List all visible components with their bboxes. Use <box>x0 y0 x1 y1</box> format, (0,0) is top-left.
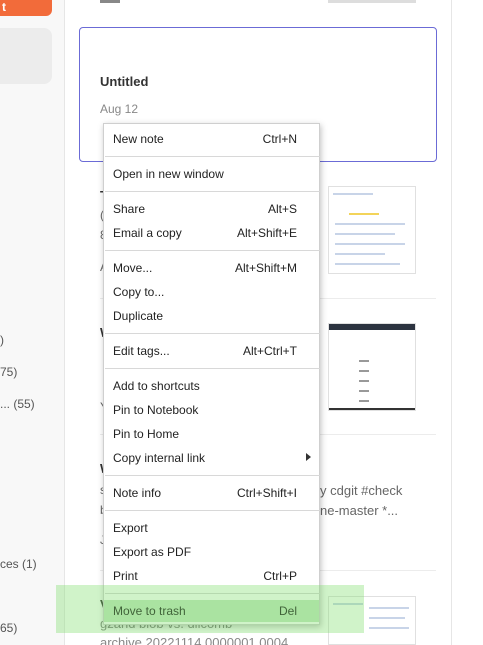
menu-item-label: Edit tags... <box>113 344 170 358</box>
menu-item-label: Copy internal link <box>113 451 206 465</box>
menu-item-label: Print <box>113 569 138 583</box>
menu-item-shortcut: Alt+Shift+E <box>236 226 297 240</box>
menu-item-add-to-shortcuts[interactable]: Add to shortcuts <box>104 375 319 397</box>
note-thumbnail <box>328 323 416 411</box>
context-menu: New note Ctrl+N Open in new window Share… <box>103 123 320 625</box>
menu-item-shortcut: Alt+S <box>267 202 297 216</box>
note-title: Untitled <box>100 74 149 89</box>
menu-item-shortcut: Ctrl+N <box>262 132 297 146</box>
sidebar-item-1[interactable]: ) <box>0 333 4 347</box>
menu-item-share[interactable]: Share Alt+S <box>104 198 319 220</box>
submenu-arrow-icon <box>306 453 311 461</box>
note-thumbnail <box>328 186 416 274</box>
note-snippet: y cdgit #check <box>320 483 403 498</box>
menu-item-export-as-pdf[interactable]: Export as PDF <box>104 541 319 563</box>
menu-item-label: Duplicate <box>113 309 164 323</box>
menu-item-label: Move... <box>113 261 153 275</box>
menu-item-label: Pin to Home <box>113 427 180 441</box>
menu-item-shortcut: Alt+Shift+M <box>234 261 297 275</box>
menu-item-label: Note info <box>113 486 162 500</box>
sidebar-item-2[interactable]: 75) <box>0 365 17 379</box>
menu-item-label: Open in new window <box>113 167 224 181</box>
menu-item-label: Share <box>113 202 146 216</box>
menu-item-note-info[interactable]: Note info Ctrl+Shift+I <box>104 482 319 504</box>
menu-item-label: Email a copy <box>113 226 182 240</box>
menu-item-shortcut: Ctrl+Shift+I <box>236 486 297 500</box>
menu-item-duplicate[interactable]: Duplicate <box>104 305 319 327</box>
menu-separator <box>105 593 320 594</box>
menu-item-edit-tags[interactable]: Edit tags... Alt+Ctrl+T <box>104 340 319 362</box>
menu-item-shortcut: Ctrl+P <box>263 569 297 583</box>
menu-separator <box>105 368 320 369</box>
menu-separator <box>105 510 320 511</box>
menu-separator <box>105 475 320 476</box>
menu-item-copy-internal-link[interactable]: Copy internal link <box>104 447 319 469</box>
menu-item-move[interactable]: Move... Alt+Shift+M <box>104 257 319 279</box>
note-snippet: archive 20221114 0000001 0004 <box>100 635 289 645</box>
menu-separator <box>105 250 320 251</box>
menu-item-move-to-trash[interactable]: Move to trash Del <box>104 600 319 622</box>
menu-item-copy-to[interactable]: Copy to... <box>104 281 319 303</box>
new-note-button[interactable]: t <box>0 0 52 16</box>
menu-separator <box>105 191 320 192</box>
menu-item-email-a-copy[interactable]: Email a copy Alt+Shift+E <box>104 222 319 244</box>
menu-item-shortcut: Del <box>278 604 297 618</box>
menu-item-pin-to-home[interactable]: Pin to Home <box>104 423 319 445</box>
editor-edge <box>452 0 483 645</box>
menu-separator <box>105 156 320 157</box>
sidebar-item-5[interactable]: 65) <box>0 621 17 635</box>
menu-item-print[interactable]: Print Ctrl+P <box>104 565 319 587</box>
menu-item-label: New note <box>113 132 164 146</box>
note-date-fragment <box>100 0 120 3</box>
menu-item-open-in-new-window[interactable]: Open in new window <box>104 163 319 185</box>
note-thumbnail-fragment <box>328 0 416 3</box>
menu-item-new-note[interactable]: New note Ctrl+N <box>104 128 319 150</box>
sidebar-item-4[interactable]: ces (1) <box>0 557 37 571</box>
menu-item-pin-to-notebook[interactable]: Pin to Notebook <box>104 399 319 421</box>
sidebar-item-3[interactable]: ... (55) <box>0 397 45 411</box>
sidebar-item-selected[interactable] <box>0 28 52 84</box>
note-thumbnail <box>328 596 416 645</box>
menu-item-label: Pin to Notebook <box>113 403 199 417</box>
sidebar: t ) 75) ... (55) ces (1) 65) <box>0 0 65 645</box>
note-snippet: ne-master *... <box>320 503 399 518</box>
menu-item-label: Export <box>113 521 148 535</box>
menu-item-label: Copy to... <box>113 285 165 299</box>
menu-item-export[interactable]: Export <box>104 517 319 539</box>
note-date: Aug 12 <box>100 102 139 116</box>
menu-item-label: Export as PDF <box>113 545 192 559</box>
menu-item-shortcut: Alt+Ctrl+T <box>242 344 297 358</box>
menu-item-label: Move to trash <box>113 604 186 618</box>
menu-item-label: Add to shortcuts <box>113 379 200 393</box>
menu-separator <box>105 333 320 334</box>
